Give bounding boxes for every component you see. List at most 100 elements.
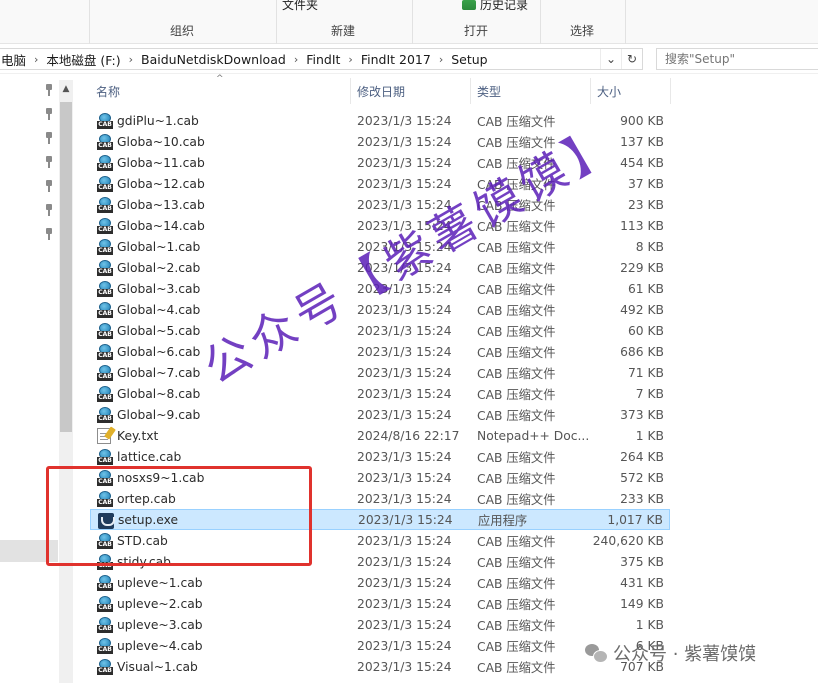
cab-file-icon: CAB — [97, 617, 113, 633]
text-file-icon — [97, 428, 113, 444]
file-type: CAB 压缩文件 — [477, 597, 556, 612]
file-row[interactable]: CAB lattice.cab 2023/1/3 15:24 CAB 压缩文件 264 … — [90, 446, 670, 467]
file-list: CAB gdiPlu~1.cab 2023/1/3 15:24 CAB 压缩文件 900… — [90, 110, 670, 677]
file-size: 37 KB — [627, 176, 664, 191]
file-row[interactable]: CAB upleve~2.cab 2023/1/3 15:24 CAB 压缩文件 149… — [90, 593, 670, 614]
file-date: 2023/1/3 15:24 — [357, 386, 452, 401]
breadcrumb-drive[interactable]: 本地磁盘 (F:) — [44, 50, 122, 69]
file-type: CAB 压缩文件 — [477, 345, 556, 360]
file-row[interactable]: CAB upleve~3.cab 2023/1/3 15:24 CAB 压缩文件 1 K… — [90, 614, 670, 635]
breadcrumb-chevron-icon[interactable]: › — [288, 53, 304, 66]
file-row[interactable]: CAB upleve~1.cab 2023/1/3 15:24 CAB 压缩文件 431… — [90, 572, 670, 593]
breadcrumb-findit-2017[interactable]: FindIt 2017 — [359, 52, 433, 67]
scroll-up-arrow-icon[interactable]: ▲ — [59, 80, 73, 98]
column-divider[interactable] — [590, 78, 591, 104]
column-divider[interactable] — [350, 78, 351, 104]
pin-icon[interactable] — [44, 108, 54, 120]
ribbon-group-open: 打开 — [464, 24, 489, 38]
file-size: 1 KB — [635, 617, 664, 632]
breadcrumb-baidu[interactable]: BaiduNetdiskDownload — [139, 52, 288, 67]
file-row[interactable]: CAB Visual~1.cab 2023/1/3 15:24 CAB 压缩文件 707… — [90, 656, 670, 677]
file-size: 686 KB — [620, 344, 664, 359]
pin-icon[interactable] — [44, 156, 54, 168]
file-size: 1 KB — [635, 428, 664, 443]
file-date: 2023/1/3 15:24 — [357, 491, 452, 506]
refresh-icon[interactable]: ↻ — [621, 49, 642, 69]
column-header-name[interactable]: 名称 — [96, 80, 120, 102]
file-size: 71 KB — [627, 365, 664, 380]
file-size: 900 KB — [620, 113, 664, 128]
search-input[interactable] — [656, 48, 818, 70]
pin-icon[interactable] — [44, 228, 54, 240]
file-size: 572 KB — [620, 470, 664, 485]
pin-icon[interactable] — [44, 132, 54, 144]
nav-scrollbar-thumb[interactable] — [60, 102, 72, 432]
pin-icon[interactable] — [44, 180, 54, 192]
column-header-size[interactable]: 大小 — [597, 80, 621, 102]
ribbon-separator — [625, 0, 626, 44]
column-divider[interactable] — [470, 78, 471, 104]
file-row[interactable]: CAB upleve~4.cab 2023/1/3 15:24 CAB 压缩文件 6 K… — [90, 635, 670, 656]
new-folder-button[interactable]: 文件夹 — [282, 0, 318, 13]
column-header-date[interactable]: 修改日期 — [357, 80, 405, 102]
column-divider[interactable] — [670, 78, 671, 104]
file-date: 2023/1/3 15:24 — [357, 533, 452, 548]
watermark-bottom-text: 公众号 · 紫薯馍馍 — [613, 644, 757, 665]
cab-file-icon: CAB — [97, 260, 113, 276]
cab-file-icon: CAB — [97, 449, 113, 465]
chevron-down-icon[interactable]: ⌄ — [600, 49, 621, 69]
file-type: 应用程序 — [478, 513, 528, 528]
address-row: 电脑 › 本地磁盘 (F:) › BaiduNetdiskDownload › … — [0, 44, 818, 74]
file-type: CAB 压缩文件 — [477, 660, 556, 675]
file-date: 2023/1/3 15:24 — [357, 449, 452, 464]
file-date: 2023/1/3 15:24 — [357, 659, 452, 674]
column-header-type[interactable]: 类型 — [477, 80, 501, 102]
file-date: 2023/1/3 15:24 — [357, 596, 452, 611]
file-date: 2023/1/3 15:24 — [357, 365, 452, 380]
file-name: Globa~11.cab — [117, 155, 205, 170]
file-type: Notepad++ Doc... — [477, 428, 590, 443]
file-size: 137 KB — [620, 134, 664, 149]
history-button[interactable]: 历史记录 — [462, 0, 528, 13]
pin-icon[interactable] — [44, 204, 54, 216]
file-date: 2024/8/16 22:17 — [357, 428, 460, 443]
file-date: 2023/1/3 15:24 — [357, 113, 452, 128]
file-row[interactable]: CAB Globa~13.cab 2023/1/3 15:24 CAB 压缩文件 23 … — [90, 194, 670, 215]
breadcrumb-computer[interactable]: 电脑 — [0, 50, 28, 69]
cab-file-icon: CAB — [97, 575, 113, 591]
pin-icon[interactable] — [44, 84, 54, 96]
file-row[interactable]: Key.txt 2024/8/16 22:17 Notepad++ Doc... 1 … — [90, 425, 670, 446]
file-size: 431 KB — [620, 575, 664, 590]
breadcrumb-chevron-icon[interactable]: › — [123, 53, 139, 66]
file-size: 23 KB — [627, 197, 664, 212]
file-date: 2023/1/3 15:24 — [357, 176, 452, 191]
file-row[interactable]: CAB Global~9.cab 2023/1/3 15:24 CAB 压缩文件 373… — [90, 404, 670, 425]
cab-file-icon: CAB — [97, 302, 113, 318]
cab-file-icon: CAB — [97, 197, 113, 213]
nav-scrollbar[interactable]: ▲ — [59, 80, 73, 683]
file-row[interactable]: CAB Global~5.cab 2023/1/3 15:24 CAB 压缩文件 60 … — [90, 320, 670, 341]
file-type: CAB 压缩文件 — [477, 282, 556, 297]
file-row[interactable]: CAB Global~6.cab 2023/1/3 15:24 CAB 压缩文件 686… — [90, 341, 670, 362]
file-row[interactable]: CAB Global~8.cab 2023/1/3 15:24 CAB 压缩文件 7 K… — [90, 383, 670, 404]
breadcrumb-findit[interactable]: FindIt — [304, 52, 342, 67]
breadcrumb-chevron-icon[interactable]: › — [28, 53, 44, 66]
file-name: upleve~3.cab — [117, 617, 203, 632]
breadcrumb-chevron-icon[interactable]: › — [342, 53, 358, 66]
file-name: Globa~10.cab — [117, 134, 205, 149]
ribbon-separator — [89, 0, 90, 44]
cab-file-icon: CAB — [97, 239, 113, 255]
file-date: 2023/1/3 15:24 — [357, 554, 452, 569]
file-name: upleve~2.cab — [117, 596, 203, 611]
breadcrumb-chevron-icon[interactable]: › — [433, 53, 449, 66]
breadcrumb-setup[interactable]: Setup — [449, 52, 489, 67]
file-size: 492 KB — [620, 302, 664, 317]
address-bar[interactable]: 电脑 › 本地磁盘 (F:) › BaiduNetdiskDownload › … — [0, 48, 643, 70]
history-label: 历史记录 — [480, 0, 529, 12]
file-size: 1,017 KB — [607, 512, 663, 527]
file-row[interactable]: CAB Global~7.cab 2023/1/3 15:24 CAB 压缩文件 71 … — [90, 362, 670, 383]
file-name: Visual~1.cab — [117, 659, 198, 674]
navigation-pane: ▲ — [0, 74, 76, 683]
file-size: 264 KB — [620, 449, 664, 464]
file-size: 61 KB — [627, 281, 664, 296]
